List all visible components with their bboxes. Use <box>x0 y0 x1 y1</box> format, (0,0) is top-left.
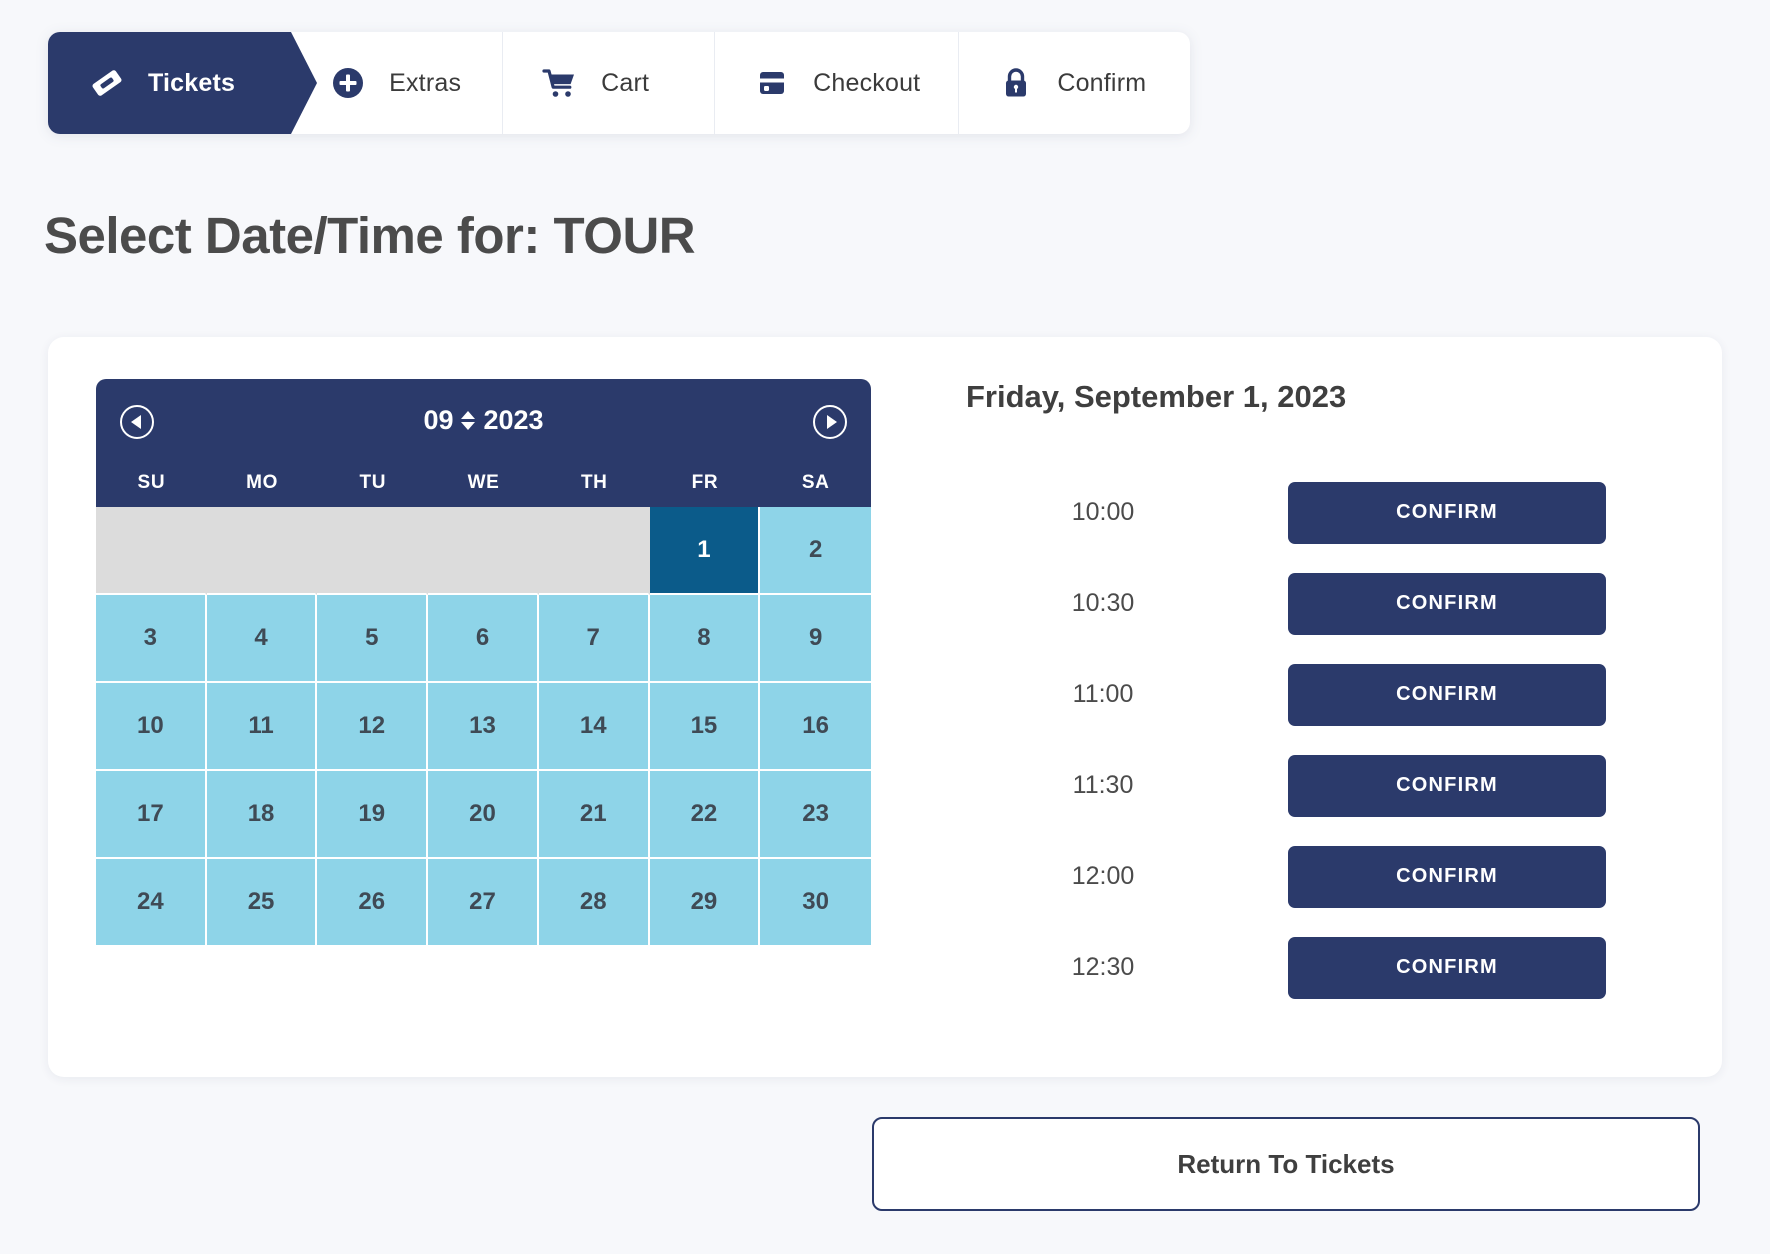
checkout-step-nav: Tickets Extras Cart Checkout Confirm <box>48 32 1190 134</box>
time-slot-row: 12:00CONFIRM <box>918 831 1678 922</box>
confirm-time-button[interactable]: CONFIRM <box>1288 664 1606 726</box>
date-time-card: 09 2023 SUMOTUWETHFRSA 12345678910111213… <box>48 337 1722 1077</box>
calendar-day-29[interactable]: 29 <box>650 859 761 947</box>
calendar-day-20[interactable]: 20 <box>428 771 539 859</box>
calendar-month-year: 09 2023 <box>96 405 871 436</box>
time-slot-row: 11:30CONFIRM <box>918 740 1678 831</box>
confirm-time-button[interactable]: CONFIRM <box>1288 755 1606 817</box>
confirm-time-button[interactable]: CONFIRM <box>1288 482 1606 544</box>
time-slot-row: 12:30CONFIRM <box>918 922 1678 1013</box>
calendar-day-5[interactable]: 5 <box>317 595 428 683</box>
day-header-th: TH <box>539 459 650 507</box>
calendar-day-17[interactable]: 17 <box>96 771 207 859</box>
ticket-icon <box>88 64 126 102</box>
card-icon <box>753 64 791 102</box>
calendar-cell-empty <box>317 507 428 595</box>
calendar-day-19[interactable]: 19 <box>317 771 428 859</box>
calendar-cell-empty <box>96 507 207 595</box>
calendar-day-4[interactable]: 4 <box>207 595 318 683</box>
calendar-day-3[interactable]: 3 <box>96 595 207 683</box>
calendar-day-2[interactable]: 2 <box>760 507 871 595</box>
calendar-day-16[interactable]: 16 <box>760 683 871 771</box>
calendar-month[interactable]: 09 <box>423 405 453 436</box>
step-extras[interactable]: Extras <box>291 32 503 134</box>
step-label: Tickets <box>148 69 235 98</box>
step-confirm[interactable]: Confirm <box>959 32 1190 134</box>
calendar-day-21[interactable]: 21 <box>539 771 650 859</box>
day-header-su: SU <box>96 459 207 507</box>
step-tickets[interactable]: Tickets <box>48 32 291 134</box>
time-slot-panel: Friday, September 1, 2023 10:00CONFIRM10… <box>918 379 1678 1034</box>
day-header-sa: SA <box>760 459 871 507</box>
time-slot-row: 10:30CONFIRM <box>918 558 1678 649</box>
calendar-day-24[interactable]: 24 <box>96 859 207 947</box>
calendar-day-28[interactable]: 28 <box>539 859 650 947</box>
time-slot-row: 11:00CONFIRM <box>918 649 1678 740</box>
calendar-day-30[interactable]: 30 <box>760 859 871 947</box>
step-label: Checkout <box>813 69 920 98</box>
time-slot-label: 10:30 <box>918 589 1288 618</box>
calendar-day-13[interactable]: 13 <box>428 683 539 771</box>
confirm-time-button[interactable]: CONFIRM <box>1288 937 1606 999</box>
calendar-cell-empty <box>539 507 650 595</box>
step-cart[interactable]: Cart <box>503 32 715 134</box>
calendar-year[interactable]: 2023 <box>483 405 543 436</box>
calendar-day-14[interactable]: 14 <box>539 683 650 771</box>
calendar-day-15[interactable]: 15 <box>650 683 761 771</box>
calendar-day-8[interactable]: 8 <box>650 595 761 683</box>
time-slot-list[interactable]: 10:00CONFIRM10:30CONFIRM11:00CONFIRM11:3… <box>918 467 1678 1013</box>
time-slot-label: 12:00 <box>918 862 1288 891</box>
plus-circle-icon <box>329 64 367 102</box>
booking-page: Tickets Extras Cart Checkout Confirm Select … <box>0 0 1770 1254</box>
calendar-day-22[interactable]: 22 <box>650 771 761 859</box>
day-header-we: WE <box>428 459 539 507</box>
calendar-cell-empty <box>207 507 318 595</box>
confirm-time-button[interactable]: CONFIRM <box>1288 573 1606 635</box>
calendar-day-12[interactable]: 12 <box>317 683 428 771</box>
up-down-arrows-icon[interactable] <box>461 411 475 430</box>
chevron-right-circle-icon[interactable] <box>813 405 847 439</box>
calendar-day-10[interactable]: 10 <box>96 683 207 771</box>
calendar-day-26[interactable]: 26 <box>317 859 428 947</box>
calendar-day-27[interactable]: 27 <box>428 859 539 947</box>
calendar-day-23[interactable]: 23 <box>760 771 871 859</box>
time-slot-label: 10:00 <box>918 498 1288 527</box>
lock-icon <box>997 64 1035 102</box>
time-slot-row: 10:00CONFIRM <box>918 467 1678 558</box>
time-slot-label: 12:30 <box>918 953 1288 982</box>
calendar-day-headers: SUMOTUWETHFRSA <box>96 459 871 507</box>
calendar-day-1[interactable]: 1 <box>650 507 761 595</box>
step-label: Cart <box>601 69 649 98</box>
confirm-time-button[interactable]: CONFIRM <box>1288 846 1606 908</box>
calendar-grid: 1234567891011121314151617181920212223242… <box>96 507 871 947</box>
selected-date-heading: Friday, September 1, 2023 <box>966 379 1678 415</box>
calendar-day-7[interactable]: 7 <box>539 595 650 683</box>
calendar-day-9[interactable]: 9 <box>760 595 871 683</box>
calendar-cell-empty <box>428 507 539 595</box>
calendar-day-6[interactable]: 6 <box>428 595 539 683</box>
return-to-tickets-button[interactable]: Return To Tickets <box>872 1117 1700 1211</box>
step-label: Extras <box>389 69 461 98</box>
day-header-mo: MO <box>207 459 318 507</box>
day-header-fr: FR <box>650 459 761 507</box>
day-header-tu: TU <box>317 459 428 507</box>
calendar-day-11[interactable]: 11 <box>207 683 318 771</box>
time-slot-label: 11:30 <box>918 771 1288 800</box>
page-title: Select Date/Time for: TOUR <box>44 206 695 265</box>
calendar: 09 2023 SUMOTUWETHFRSA 12345678910111213… <box>96 379 871 947</box>
cart-icon <box>541 64 579 102</box>
step-checkout[interactable]: Checkout <box>715 32 959 134</box>
step-label: Confirm <box>1057 69 1146 98</box>
calendar-day-18[interactable]: 18 <box>207 771 318 859</box>
time-slot-label: 11:00 <box>918 680 1288 709</box>
calendar-header: 09 2023 SUMOTUWETHFRSA <box>96 379 871 507</box>
calendar-day-25[interactable]: 25 <box>207 859 318 947</box>
